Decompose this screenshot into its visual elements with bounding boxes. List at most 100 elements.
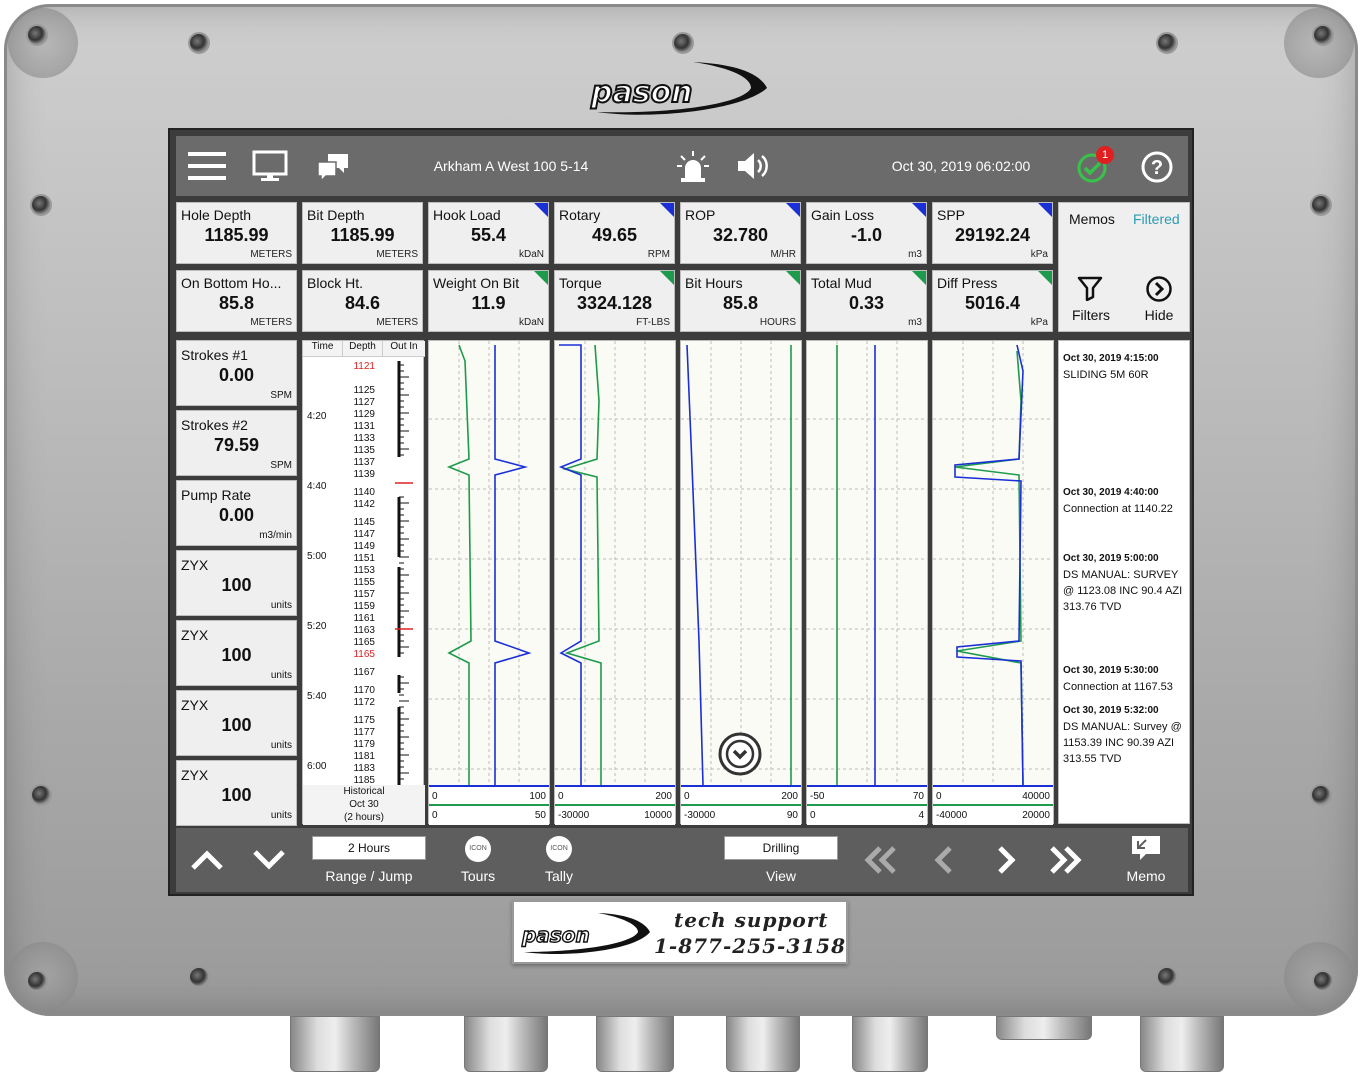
range-select[interactable]: 2 Hours bbox=[312, 836, 426, 860]
chat-icon[interactable] bbox=[316, 152, 350, 187]
scale-min: -30000 bbox=[684, 810, 716, 821]
memo-time: Oct 30, 2019 5:30:00 bbox=[1063, 665, 1159, 676]
tile-value: 0.33 bbox=[848, 293, 885, 313]
top-scale: 0 200 bbox=[681, 787, 801, 806]
step-back-icon[interactable] bbox=[932, 844, 956, 881]
memo-entry[interactable]: Oct 30, 2019 5:30:00 Connection at 1167.5… bbox=[1063, 663, 1189, 695]
hide-button[interactable]: Hide bbox=[1131, 307, 1187, 323]
view-label: View bbox=[765, 868, 797, 884]
green-trace bbox=[954, 350, 1024, 786]
help-icon[interactable]: ? bbox=[1140, 150, 1174, 189]
memo-entry[interactable]: Oct 30, 2019 5:32:00 DS MANUAL: Survey @ … bbox=[1063, 703, 1189, 767]
scroll-up-icon[interactable] bbox=[190, 848, 224, 877]
memos-filter-status[interactable]: Filtered bbox=[1133, 211, 1180, 227]
side-readout-tile[interactable]: Strokes #2 79.59 SPM bbox=[176, 410, 297, 476]
screw-icon bbox=[1312, 970, 1334, 992]
cable-connector bbox=[726, 1016, 800, 1072]
screw-icon bbox=[26, 970, 48, 992]
pason-logo: pason bbox=[583, 58, 773, 122]
range-jump-label: Range / Jump bbox=[325, 868, 413, 884]
memo-entry[interactable]: Oct 30, 2019 5:00:00 DS MANUAL: SURVEY @ … bbox=[1063, 551, 1189, 615]
depth-label: 1131 bbox=[353, 421, 375, 432]
alarm-beacon-icon[interactable] bbox=[676, 150, 710, 189]
memo-list[interactable]: Oct 30, 2019 4:15:00 SLIDING 5M 60R Oct 30… bbox=[1058, 340, 1190, 824]
blue-trace bbox=[954, 344, 1024, 786]
screw-icon bbox=[1310, 194, 1332, 216]
alarm-flag-icon bbox=[534, 271, 548, 285]
memo-entry[interactable]: Oct 30, 2019 4:40:00 Connection at 1140.2… bbox=[1063, 485, 1189, 517]
data-chart[interactable]: 0 200 -30000 10000 bbox=[554, 340, 676, 825]
depth-label: 1133 bbox=[353, 433, 375, 444]
readout-tile[interactable]: On Bottom Ho... 85.8 METERS bbox=[176, 270, 297, 332]
tile-unit: FT-LBS bbox=[636, 317, 670, 328]
readout-tile[interactable]: Total Mud 0.33 m3 bbox=[806, 270, 927, 332]
tile-label: Bit Hours bbox=[685, 275, 743, 291]
readout-tile[interactable]: Gain Loss -1.0 m3 bbox=[806, 202, 927, 264]
chart-plot bbox=[807, 341, 927, 787]
data-chart[interactable]: -50 70 0 4 bbox=[806, 340, 928, 825]
tile-value: -1.0 bbox=[850, 225, 883, 245]
memos-title: Memos bbox=[1069, 211, 1115, 227]
status-check-icon[interactable]: 1 bbox=[1076, 146, 1114, 189]
tile-label: ZYX bbox=[181, 627, 209, 643]
tile-label: Strokes #2 bbox=[181, 417, 248, 433]
bottom-scale: 04 bbox=[807, 806, 927, 825]
screw-icon bbox=[1156, 966, 1178, 988]
svg-text:?: ? bbox=[1151, 157, 1163, 179]
readout-tile[interactable]: Weight On Bit 11.9 kDaN bbox=[428, 270, 549, 332]
alarm-flag-icon bbox=[912, 271, 926, 285]
data-chart[interactable]: 0 100 0 50 bbox=[428, 340, 550, 825]
readout-tile[interactable]: Torque 3324.128 FT-LBS bbox=[554, 270, 675, 332]
tours-label[interactable]: Tours bbox=[448, 868, 508, 884]
step-forward-icon[interactable] bbox=[994, 844, 1018, 881]
depth-label: 1172 bbox=[353, 697, 375, 708]
side-readout-tile[interactable]: ZYX 100 units bbox=[176, 690, 297, 756]
readout-tile[interactable]: Hook Load 55.4 kDaN bbox=[428, 202, 549, 264]
speaker-volume-icon[interactable] bbox=[736, 150, 772, 187]
chevron-right-circle-icon[interactable] bbox=[1145, 275, 1173, 308]
view-select[interactable]: Drilling bbox=[724, 836, 838, 860]
tours-icon[interactable]: ICON bbox=[465, 836, 491, 862]
memo-label[interactable]: Memo bbox=[1116, 868, 1176, 884]
side-readout-tile[interactable]: ZYX 100 units bbox=[176, 760, 297, 826]
side-readout-tile[interactable]: Strokes #1 0.00 SPM bbox=[176, 340, 297, 406]
readout-tile[interactable]: Bit Depth 1185.99 METERS bbox=[302, 202, 423, 264]
filter-icon[interactable] bbox=[1077, 275, 1103, 306]
hamburger-menu-icon[interactable] bbox=[188, 150, 226, 187]
readout-tile[interactable]: Block Ht. 84.6 METERS bbox=[302, 270, 423, 332]
readout-tile[interactable]: Hole Depth 1185.99 METERS bbox=[176, 202, 297, 264]
screw-icon bbox=[1156, 32, 1178, 54]
side-readout-tile[interactable]: ZYX 100 units bbox=[176, 550, 297, 616]
data-chart[interactable]: 0 40000 -40000 20000 bbox=[932, 340, 1054, 825]
cable-connector bbox=[1140, 1016, 1224, 1072]
readout-tile[interactable]: SPP 29192.24 kPa bbox=[932, 202, 1053, 264]
memo-controls: Memos Filtered Filters Hide bbox=[1058, 202, 1190, 332]
data-chart[interactable]: 0 200 -30000 90 bbox=[680, 340, 802, 825]
readout-tile[interactable]: Rotary 49.65 RPM bbox=[554, 202, 675, 264]
memo-add-icon[interactable] bbox=[1130, 834, 1162, 867]
tally-marks bbox=[395, 361, 413, 785]
readout-tile[interactable]: Bit Hours 85.8 HOURS bbox=[680, 270, 801, 332]
filters-button[interactable]: Filters bbox=[1063, 307, 1119, 323]
jump-back-icon[interactable] bbox=[862, 844, 898, 881]
depth-label: 1145 bbox=[353, 517, 375, 528]
memo-entry[interactable]: Oct 30, 2019 4:15:00 SLIDING 5M 60R bbox=[1063, 351, 1189, 383]
readout-tile[interactable]: Diff Press 5016.4 kPa bbox=[932, 270, 1053, 332]
tally-label[interactable]: Tally bbox=[529, 868, 589, 884]
jump-forward-icon[interactable] bbox=[1048, 844, 1084, 881]
alarm-flag-icon bbox=[786, 271, 800, 285]
tile-value: 100 bbox=[221, 575, 252, 595]
scroll-down-icon[interactable] bbox=[252, 848, 286, 877]
screw-icon bbox=[188, 32, 210, 54]
tile-label: ZYX bbox=[181, 697, 209, 713]
side-readout-tile[interactable]: ZYX 100 units bbox=[176, 620, 297, 686]
readout-tile[interactable]: ROP 32.780 M/HR bbox=[680, 202, 801, 264]
depth-label: 1165 bbox=[353, 637, 375, 648]
chart-plot bbox=[555, 341, 675, 787]
scroll-to-latest-icon[interactable] bbox=[717, 731, 763, 777]
monitor-icon[interactable] bbox=[252, 150, 288, 187]
tally-icon[interactable]: ICON bbox=[546, 836, 572, 862]
screw-icon bbox=[26, 24, 48, 46]
scale-max: 10000 bbox=[644, 810, 672, 821]
side-readout-tile[interactable]: Pump Rate 0.00 m3/min bbox=[176, 480, 297, 546]
